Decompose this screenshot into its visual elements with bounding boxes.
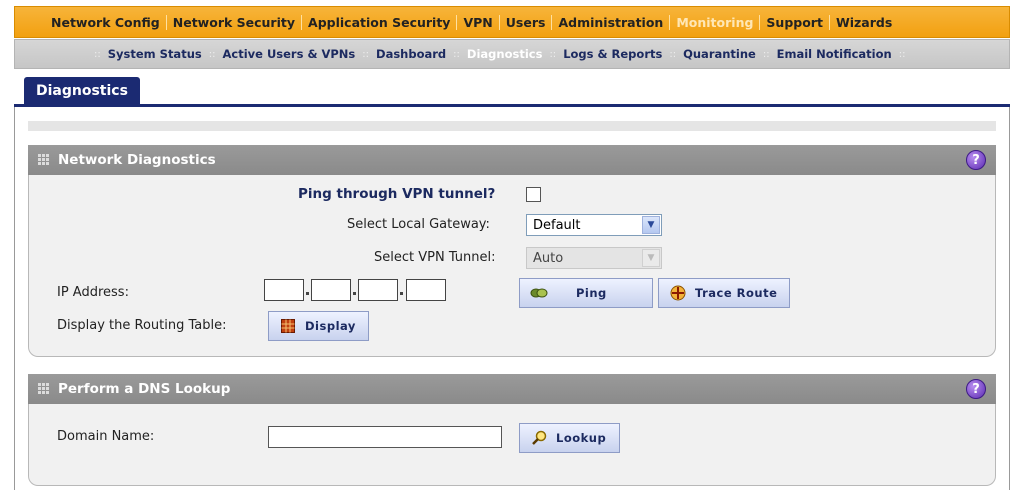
top-nav-monitoring[interactable]: Monitoring <box>669 14 759 30</box>
top-nav: Network Config Network Security Applicat… <box>14 6 1010 38</box>
sub-nav-separator: :: <box>898 48 906 60</box>
sub-nav-separator: :: <box>549 48 557 60</box>
local-gateway-label: Select Local Gateway: <box>347 217 490 232</box>
chevron-down-icon: ▼ <box>642 216 660 234</box>
sub-nav-diagnostics[interactable]: Diagnostics <box>463 47 547 61</box>
dns-lookup-header: Perform a DNS Lookup ? <box>28 374 996 404</box>
help-icon[interactable]: ? <box>966 150 986 170</box>
ping-icon <box>530 285 548 301</box>
ping-vpn-label: Ping through VPN tunnel? <box>298 186 496 202</box>
ping-button-label: Ping <box>576 286 607 300</box>
sub-nav-separator: :: <box>208 48 216 60</box>
domain-name-input[interactable] <box>268 426 502 448</box>
grip-icon <box>38 383 49 394</box>
ip-octet-4[interactable] <box>406 279 446 301</box>
top-nav-users[interactable]: Users <box>498 14 552 30</box>
top-nav-network-security[interactable]: Network Security <box>165 14 301 30</box>
sub-nav-system-status[interactable]: System Status <box>104 47 206 61</box>
top-nav-application-security[interactable]: Application Security <box>301 14 456 30</box>
sub-nav-logs-reports[interactable]: Logs & Reports <box>559 47 666 61</box>
lookup-button-label: Lookup <box>556 431 607 445</box>
ping-button[interactable]: Ping <box>519 278 653 308</box>
vpn-tunnel-value: Auto <box>533 250 564 266</box>
ping-vpn-checkbox[interactable] <box>526 187 541 202</box>
display-button[interactable]: Display <box>268 311 369 341</box>
vpn-tunnel-label: Select VPN Tunnel: <box>374 250 496 265</box>
ip-address-label: IP Address: <box>57 285 129 300</box>
sub-nav-email-notification[interactable]: Email Notification <box>773 47 896 61</box>
local-gateway-select[interactable]: Default ▼ <box>526 214 662 236</box>
dns-lookup-body <box>28 404 996 486</box>
top-nav-wizards[interactable]: Wizards <box>828 14 898 30</box>
display-button-label: Display <box>305 319 356 333</box>
network-diagnostics-header: Network Diagnostics ? <box>28 145 996 175</box>
top-nav-support[interactable]: Support <box>759 14 829 30</box>
spacer-band <box>28 121 996 131</box>
help-icon[interactable]: ? <box>966 379 986 399</box>
table-icon <box>279 318 297 334</box>
network-diagnostics-title: Network Diagnostics <box>58 152 216 168</box>
ip-octet-1[interactable] <box>264 279 304 301</box>
grip-icon <box>38 154 49 165</box>
top-nav-vpn[interactable]: VPN <box>456 14 498 30</box>
vpn-tunnel-select[interactable]: Auto ▼ <box>526 247 662 269</box>
top-nav-administration[interactable]: Administration <box>551 14 669 30</box>
ip-octet-2[interactable] <box>311 279 351 301</box>
sub-nav-separator: :: <box>362 48 370 60</box>
sub-nav-separator: :: <box>669 48 677 60</box>
tab-diagnostics[interactable]: Diagnostics <box>24 77 140 105</box>
ip-dot <box>353 292 356 295</box>
dns-lookup-title: Perform a DNS Lookup <box>58 381 231 397</box>
ip-octet-3[interactable] <box>358 279 398 301</box>
ip-dot <box>400 292 403 295</box>
sub-nav-separator: :: <box>762 48 770 60</box>
local-gateway-value: Default <box>533 217 581 233</box>
chevron-down-icon: ▼ <box>642 249 660 267</box>
sub-nav: :: System Status :: Active Users & VPNs … <box>14 39 1010 69</box>
domain-name-label: Domain Name: <box>57 429 155 444</box>
sub-nav-quarantine[interactable]: Quarantine <box>679 47 760 61</box>
magnifier-icon <box>530 430 548 446</box>
sub-nav-separator: :: <box>94 48 101 60</box>
ip-dot <box>306 292 309 295</box>
crosshair-icon <box>669 285 687 301</box>
trace-route-button-label: Trace Route <box>695 286 778 300</box>
routing-table-label: Display the Routing Table: <box>57 318 227 333</box>
sub-nav-active-users-vpns[interactable]: Active Users & VPNs <box>218 47 359 61</box>
lookup-button[interactable]: Lookup <box>519 423 620 453</box>
trace-route-button[interactable]: Trace Route <box>658 278 790 308</box>
sub-nav-separator: :: <box>453 48 460 60</box>
sub-nav-dashboard[interactable]: Dashboard <box>372 47 450 61</box>
top-nav-network-config[interactable]: Network Config <box>45 15 166 30</box>
